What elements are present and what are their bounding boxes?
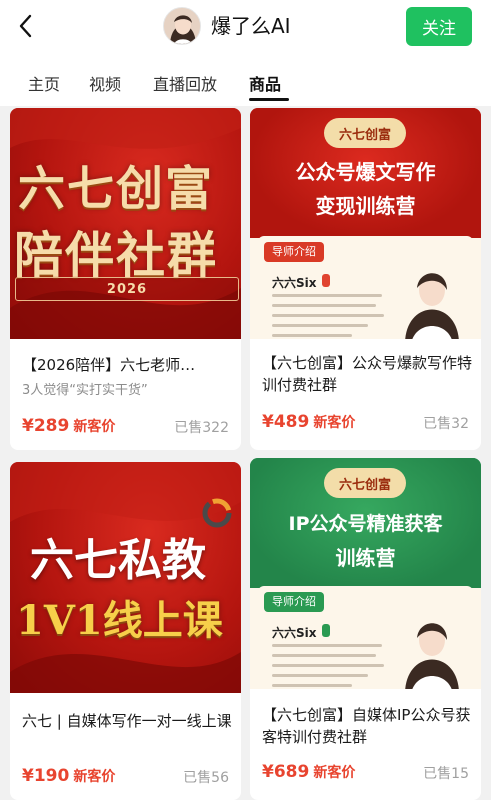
poster-header: 六七创富 公众号爆文写作 变现训练营	[250, 108, 481, 238]
product-title: 【六七创富】自媒体IP公众号获客特训付费社群	[262, 706, 471, 746]
poster-brand: 六七创富	[324, 118, 406, 148]
follow-button[interactable]: 关注	[406, 7, 472, 46]
mentor-tag: 导师介绍	[264, 592, 324, 612]
mentor-name: 六六Six	[272, 276, 317, 290]
product-price: ¥190 新客价	[22, 765, 115, 788]
mentor-bio-line	[272, 334, 352, 337]
product-poster: 六七创富 陪伴社群 2026	[10, 108, 241, 339]
mentor-box: 导师介绍 六六Six	[258, 586, 473, 689]
mentor-bio-line	[272, 304, 376, 307]
poster-line-1: 六七创富	[18, 162, 214, 217]
mentor-bio-line	[272, 324, 368, 327]
mentor-bio-line	[272, 654, 376, 657]
product-card[interactable]: 六七私教 1V1线上课 六七 | 自媒体写作一对一线上课 ¥190 新客价 已售5…	[10, 462, 241, 800]
sold-count: 已售322	[174, 420, 229, 436]
poster-year: 2026	[106, 281, 148, 297]
product-poster: 六七创富 公众号爆文写作 变现训练营 导师介绍 六六Six	[250, 108, 481, 339]
active-tab-indicator	[249, 98, 289, 101]
poster-brand: 六七创富	[324, 468, 406, 498]
mentor-badge	[322, 274, 330, 287]
poster-headline-2: 训练营	[335, 546, 396, 570]
product-title: 【六七创富】公众号爆款写作特训付费社群	[262, 354, 473, 394]
chevron-left-icon	[19, 14, 32, 38]
product-price: ¥289 新客价	[22, 415, 115, 438]
product-price: ¥689 新客价	[262, 761, 355, 784]
mentor-name: 六六Six	[272, 626, 317, 640]
channel-name: 爆了么AI	[211, 14, 291, 38]
tab-products[interactable]: 商品	[249, 74, 281, 96]
poster-headline-1: 公众号爆文写作	[295, 160, 436, 184]
mentor-tag: 导师介绍	[264, 242, 324, 262]
sold-count: 已售15	[423, 766, 469, 782]
poster-year-strip: 2026	[15, 277, 239, 301]
channel-avatar[interactable]	[163, 7, 201, 45]
poster-line-1: 六七私教	[30, 535, 206, 586]
product-highlight: 3人觉得“实打实干货”	[22, 383, 148, 398]
price-tag: 新客价	[73, 769, 116, 785]
mentor-bio-line	[272, 674, 368, 677]
poster-header: 六七创富 IP公众号精准获客 训练营	[250, 458, 481, 588]
mentor-bio-line	[272, 684, 352, 687]
channel-tabs: 主页 视频 直播回放 商品	[0, 56, 491, 106]
top-bar: 爆了么AI 关注	[0, 0, 491, 56]
product-poster: 六七私教 1V1线上课	[10, 462, 241, 693]
mentor-badge	[322, 624, 330, 637]
product-poster: 六七创富 IP公众号精准获客 训练营 导师介绍 六六Six	[250, 458, 481, 689]
tab-home[interactable]: 主页	[28, 74, 60, 96]
mentor-box: 导师介绍 六六Six	[258, 236, 473, 339]
poster-headline-1: IP公众号精准获客	[288, 513, 443, 535]
product-title: 【2026陪伴】六七老师…	[22, 356, 196, 374]
tab-live-replays[interactable]: 直播回放	[153, 74, 217, 96]
poster-line-2: 1V1线上课	[16, 597, 223, 644]
mentor-bio-line	[272, 644, 382, 647]
mentor-bio-line	[272, 294, 382, 297]
price-amount: ¥190	[22, 766, 70, 786]
price-tag: 新客价	[313, 415, 356, 431]
product-card[interactable]: 六七创富 陪伴社群 2026 【2026陪伴】六七老师… 3人觉得“实打实干货”…	[10, 108, 241, 450]
mentor-bio-line	[272, 314, 384, 317]
price-amount: ¥289	[22, 416, 70, 436]
tab-videos[interactable]: 视频	[89, 74, 121, 96]
product-card[interactable]: 六七创富 公众号爆文写作 变现训练营 导师介绍 六六Six 【六七创富】公众号爆…	[250, 108, 481, 450]
back-button[interactable]	[12, 12, 40, 40]
price-amount: ¥489	[262, 412, 310, 432]
poster-headline-2: 变现训练营	[315, 194, 416, 218]
mentor-bio-line	[272, 664, 384, 667]
sold-count: 已售32	[423, 416, 469, 432]
product-price: ¥489 新客价	[262, 411, 355, 434]
sold-count: 已售56	[183, 770, 229, 786]
mentor-portrait	[405, 623, 459, 689]
mentor-portrait	[405, 273, 459, 339]
avatar-portrait	[164, 8, 200, 44]
product-title: 六七 | 自媒体写作一对一线上课	[22, 712, 232, 730]
product-card[interactable]: 六七创富 IP公众号精准获客 训练营 导师介绍 六六Six 【六七创富】自媒体I…	[250, 458, 481, 800]
price-tag: 新客价	[313, 765, 356, 781]
price-amount: ¥689	[262, 762, 310, 782]
price-tag: 新客价	[73, 419, 116, 435]
